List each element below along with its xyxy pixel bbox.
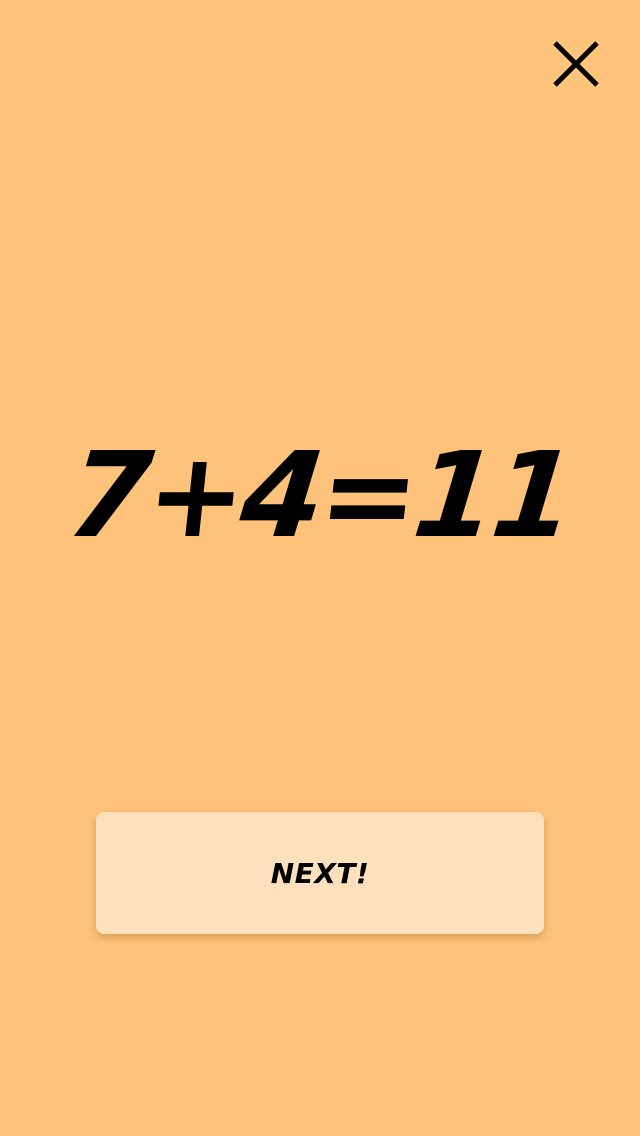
close-button[interactable]	[546, 34, 606, 94]
close-icon	[553, 41, 599, 87]
equation-text: 7+4=11	[61, 426, 579, 564]
app-screen: 7+4=11 NEXT!	[0, 0, 640, 1136]
next-button-label: NEXT!	[270, 856, 370, 890]
next-button[interactable]: NEXT!	[96, 812, 544, 934]
